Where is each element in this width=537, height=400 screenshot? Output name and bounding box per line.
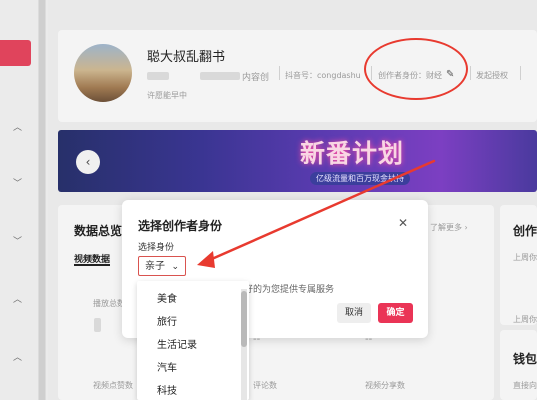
annotation-arrow <box>197 159 436 268</box>
